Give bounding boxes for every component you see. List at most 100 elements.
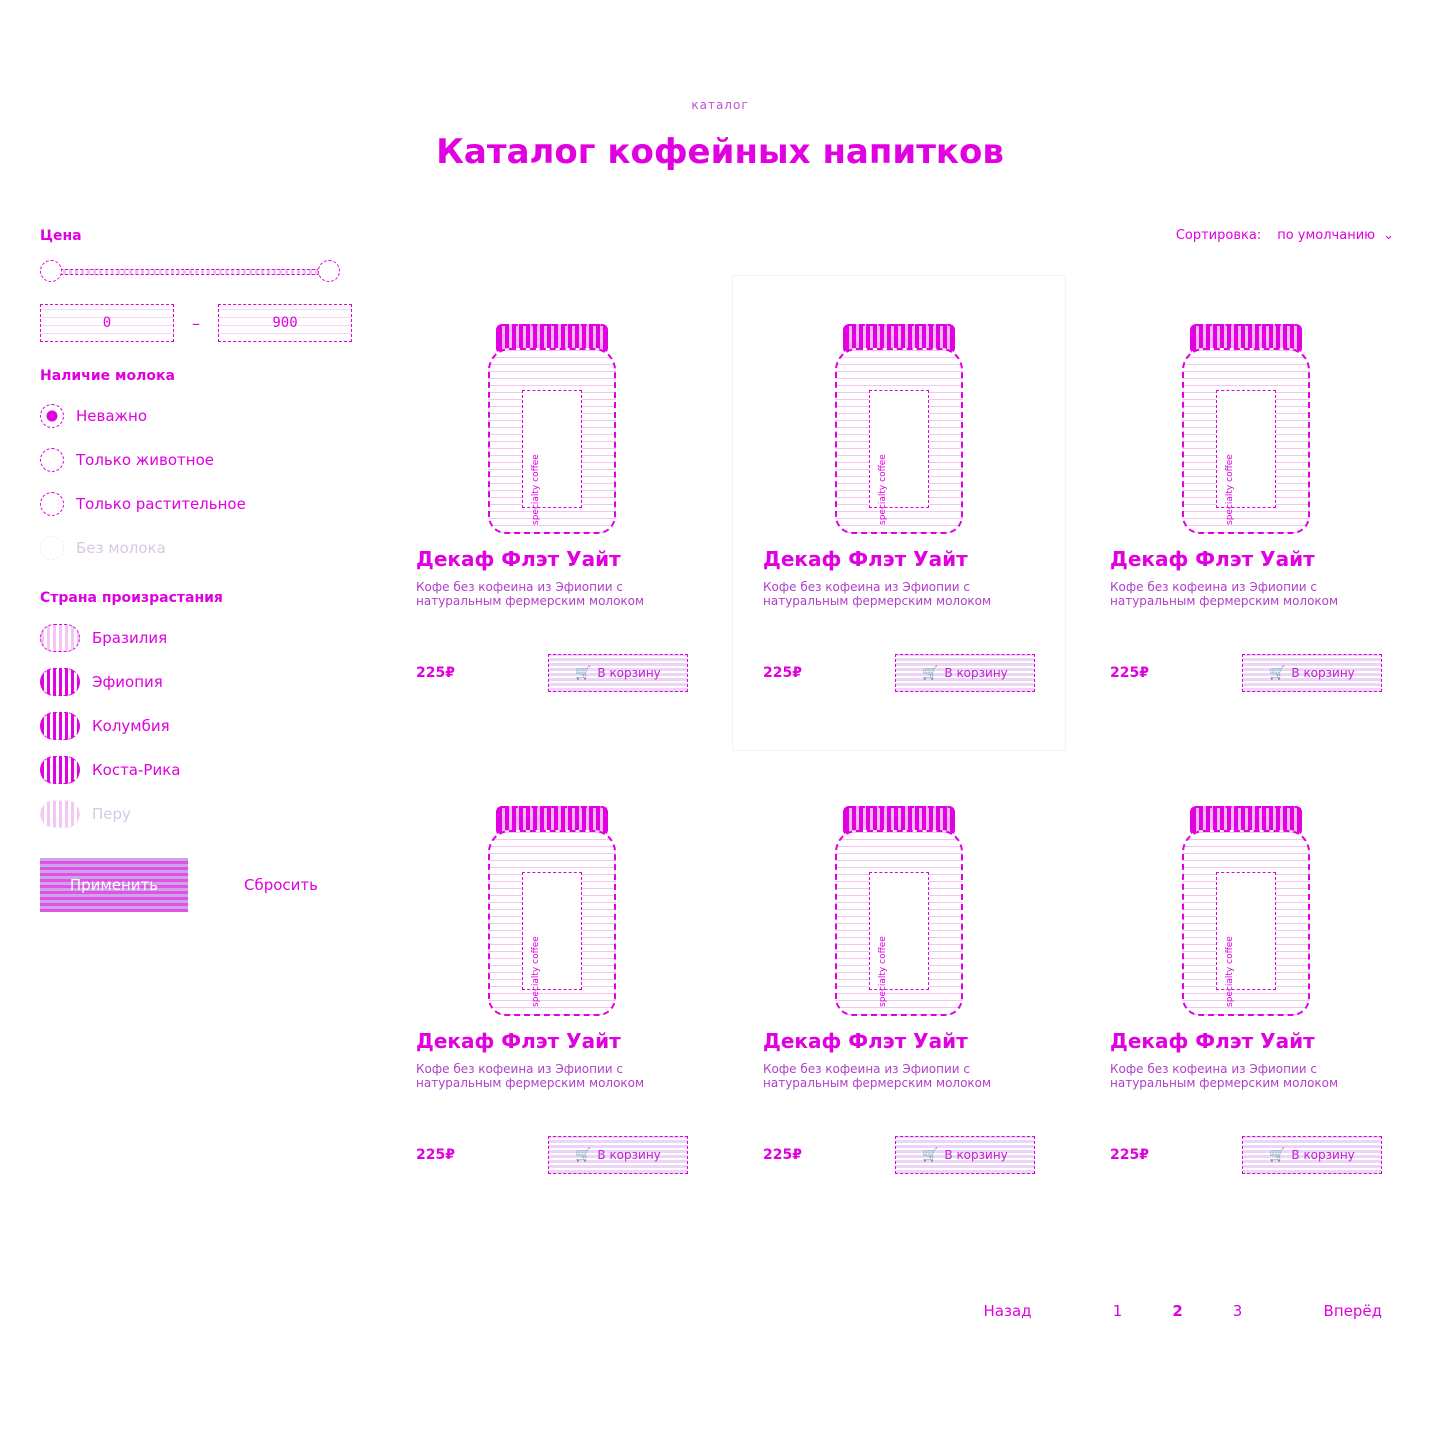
jar-label: specialty coffee xyxy=(522,872,582,1007)
product-card[interactable]: specialty coffee Декаф Флэт Уайт Кофе бе… xyxy=(733,758,1065,1232)
filters-sidebar: Цена – Наличие молока Неважно Только жив… xyxy=(40,228,360,912)
product-description: Кофе без кофеина из Эфиопии с натуральны… xyxy=(1110,1062,1339,1091)
jar-label-text: specialty coffee xyxy=(878,936,888,1007)
product-jar-image: specialty coffee xyxy=(482,806,622,1016)
product-price: 225₽ xyxy=(763,665,802,681)
product-grid: specialty coffee Декаф Флэт Уайт Кофе бе… xyxy=(386,276,1426,1232)
milk-option-label: Без молока xyxy=(76,539,166,557)
jar-body: specialty coffee xyxy=(1182,830,1310,1016)
country-option-label: Эфиопия xyxy=(92,673,163,691)
add-to-cart-button[interactable]: 🛒 В корзину xyxy=(548,654,688,692)
country-toggle[interactable] xyxy=(40,668,80,696)
country-toggle[interactable] xyxy=(40,712,80,740)
reset-filters-button[interactable]: Сбросить xyxy=(244,876,318,894)
product-description: Кофе без кофеина из Эфиопии с натуральны… xyxy=(763,1062,992,1091)
pagination-page[interactable]: 3 xyxy=(1208,1302,1268,1320)
product-footer: 225₽ 🛒 В корзину xyxy=(1110,1136,1382,1174)
jar-label-text: specialty coffee xyxy=(1225,936,1235,1007)
product-footer: 225₽ 🛒 В корзину xyxy=(416,1136,688,1174)
price-min-input[interactable] xyxy=(40,304,174,342)
add-to-cart-button[interactable]: 🛒 В корзину xyxy=(895,1136,1035,1174)
apply-filters-button[interactable]: Применить xyxy=(40,858,188,912)
country-toggle[interactable] xyxy=(40,756,80,784)
product-price: 225₽ xyxy=(416,665,455,681)
product-title: Декаф Флэт Уайт xyxy=(416,547,621,571)
price-range-track xyxy=(50,269,330,275)
cart-button-label: В корзину xyxy=(597,1148,661,1162)
country-option[interactable]: Колумбия xyxy=(40,704,360,748)
product-price: 225₽ xyxy=(416,1147,455,1163)
cart-icon: 🛒 xyxy=(922,1147,939,1163)
pagination-page[interactable]: 1 xyxy=(1088,1302,1148,1320)
product-price: 225₽ xyxy=(1110,1147,1149,1163)
price-filter-title: Цена xyxy=(40,228,82,244)
price-filter: Цена – xyxy=(40,228,360,342)
product-jar-image: specialty coffee xyxy=(1176,324,1316,534)
product-title: Декаф Флэт Уайт xyxy=(763,547,968,571)
add-to-cart-button[interactable]: 🛒 В корзину xyxy=(1242,654,1382,692)
jar-body: specialty coffee xyxy=(488,830,616,1016)
pagination-page-current[interactable]: 2 xyxy=(1148,1302,1208,1320)
milk-option[interactable]: Только растительное xyxy=(40,482,360,526)
pagination-next[interactable]: Вперёд xyxy=(1324,1302,1382,1320)
product-price: 225₽ xyxy=(763,1147,802,1163)
jar-body: specialty coffee xyxy=(488,348,616,534)
jar-label: specialty coffee xyxy=(1216,872,1276,1007)
radio-button[interactable] xyxy=(40,448,64,472)
jar-label-text: specialty coffee xyxy=(878,454,888,525)
price-range-slider[interactable] xyxy=(40,254,340,294)
price-max-input[interactable] xyxy=(218,304,352,342)
page-eyebrow: каталог xyxy=(691,98,749,112)
product-description: Кофе без кофеина из Эфиопии с натуральны… xyxy=(416,580,645,609)
radio-button xyxy=(40,536,64,560)
country-option-label: Перу xyxy=(92,805,131,823)
jar-label: specialty coffee xyxy=(1216,390,1276,525)
add-to-cart-button[interactable]: 🛒 В корзину xyxy=(1242,1136,1382,1174)
country-toggle[interactable] xyxy=(40,624,80,652)
filter-actions: Применить Сбросить xyxy=(40,858,360,912)
milk-option[interactable]: Только животное xyxy=(40,438,360,482)
product-jar-image: specialty coffee xyxy=(1176,806,1316,1016)
country-option[interactable]: Эфиопия xyxy=(40,660,360,704)
country-filter: Страна произрастания Бразилия Эфиопия Ко… xyxy=(40,590,360,836)
product-description: Кофе без кофеина из Эфиопии с натуральны… xyxy=(1110,580,1339,609)
radio-button[interactable] xyxy=(40,404,64,428)
product-card[interactable]: specialty coffee Декаф Флэт Уайт Кофе бе… xyxy=(733,276,1065,750)
jar-body: specialty coffee xyxy=(835,348,963,534)
product-card[interactable]: specialty coffee Декаф Флэт Уайт Кофе бе… xyxy=(386,276,718,750)
cart-icon: 🛒 xyxy=(1269,1147,1286,1163)
page-title: Каталог кофейных напитков xyxy=(436,132,1004,172)
product-title: Декаф Флэт Уайт xyxy=(763,1029,968,1053)
price-range-max-handle[interactable] xyxy=(318,260,340,282)
product-card[interactable]: specialty coffee Декаф Флэт Уайт Кофе бе… xyxy=(1080,758,1412,1232)
price-separator: – xyxy=(192,313,200,333)
cart-icon: 🛒 xyxy=(575,1147,592,1163)
product-description: Кофе без кофеина из Эфиопии с натуральны… xyxy=(763,580,992,609)
cart-icon: 🛒 xyxy=(575,665,592,681)
cart-button-label: В корзину xyxy=(944,666,1008,680)
product-footer: 225₽ 🛒 В корзину xyxy=(763,654,1035,692)
country-option[interactable]: Коста-Рика xyxy=(40,748,360,792)
product-footer: 225₽ 🛒 В корзину xyxy=(1110,654,1382,692)
cart-button-label: В корзину xyxy=(944,1148,1008,1162)
radio-button[interactable] xyxy=(40,492,64,516)
jar-label: specialty coffee xyxy=(522,390,582,525)
country-filter-title: Страна произрастания xyxy=(40,590,223,606)
add-to-cart-button[interactable]: 🛒 В корзину xyxy=(895,654,1035,692)
pagination-prev[interactable]: Назад xyxy=(984,1302,1032,1320)
add-to-cart-button[interactable]: 🛒 В корзину xyxy=(548,1136,688,1174)
milk-filter-title: Наличие молока xyxy=(40,368,175,384)
product-card[interactable]: specialty coffee Декаф Флэт Уайт Кофе бе… xyxy=(1080,276,1412,750)
product-jar-image: specialty coffee xyxy=(482,324,622,534)
product-card[interactable]: specialty coffee Декаф Флэт Уайт Кофе бе… xyxy=(386,758,718,1232)
price-inputs: – xyxy=(40,304,360,342)
product-title: Декаф Флэт Уайт xyxy=(416,1029,621,1053)
sort-label: Сортировка: xyxy=(1175,228,1262,243)
milk-option[interactable]: Неважно xyxy=(40,394,360,438)
country-option[interactable]: Бразилия xyxy=(40,616,360,660)
country-option: Перу xyxy=(40,792,360,836)
sort-dropdown[interactable]: по умолчанию ⌄ xyxy=(1277,228,1394,243)
cart-icon: 🛒 xyxy=(1269,665,1286,681)
jar-label-text: specialty coffee xyxy=(531,454,541,525)
price-range-min-handle[interactable] xyxy=(40,260,62,282)
